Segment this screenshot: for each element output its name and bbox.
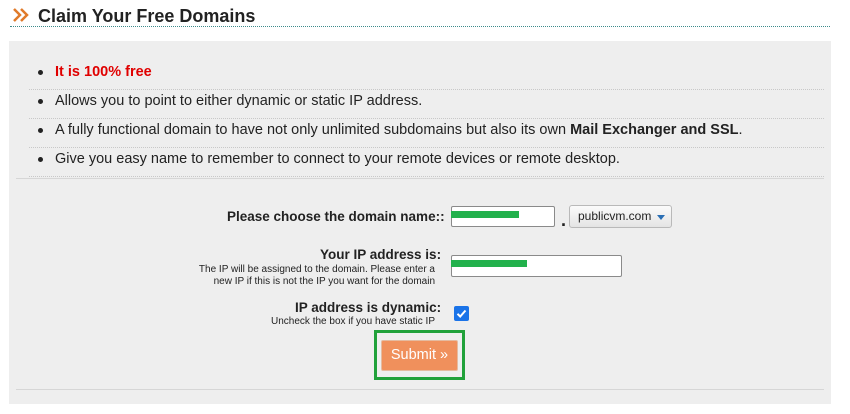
feature-text: It is 100% free: [55, 64, 152, 80]
redaction-mark: [451, 260, 527, 267]
checkmark-icon: [456, 309, 467, 318]
domain-label-text: Please choose the domain name:: [227, 209, 441, 224]
section-header: Claim Your Free Domains: [10, 4, 830, 27]
bullet-icon: [38, 99, 43, 104]
ip-hint-line: new IP if this is not the IP you want fo…: [213, 275, 435, 287]
domain-label: Please choose the domain name::: [227, 209, 445, 224]
feature-list: It is 100% free Allows you to point to e…: [29, 61, 824, 177]
dynamic-ip-checkbox[interactable]: [454, 306, 469, 321]
dynamic-hint: Uncheck the box if you have static IP: [271, 316, 435, 327]
ip-hint-line: The IP will be assigned to the domain. P…: [198, 264, 435, 275]
feature-item-ip: Allows you to point to either dynamic or…: [29, 90, 824, 119]
double-chevron-right-icon: [12, 8, 32, 27]
dynamic-label: IP address is dynamic:: [295, 300, 441, 315]
feature-text: Give you easy name to remember to connec…: [55, 151, 620, 167]
ip-label-suffix: :: [436, 247, 442, 262]
tld-select[interactable]: publicvm.com: [569, 205, 672, 228]
domain-separator: .: [561, 210, 567, 230]
page-title: Claim Your Free Domains: [38, 6, 256, 26]
feature-text: A fully functional domain to have not on…: [55, 123, 743, 138]
dynamic-label-suffix: :: [436, 300, 442, 315]
divider: [16, 389, 824, 390]
bullet-icon: [38, 70, 43, 75]
dynamic-label-text: IP address is dynamic: [295, 300, 437, 315]
domain-label-suffix: :: [440, 209, 445, 224]
ip-hint: The IP will be assigned to the domain. P…: [159, 264, 435, 287]
feature-item-free: It is 100% free: [29, 61, 824, 90]
bullet-icon: [38, 157, 43, 162]
chevron-down-icon: [657, 215, 665, 220]
feature-text-after: .: [738, 122, 743, 138]
feature-text-before: A fully functional domain to have not on…: [55, 122, 571, 138]
feature-text: Allows you to point to either dynamic or…: [55, 93, 423, 109]
feature-item-remote: Give you easy name to remember to connec…: [29, 148, 824, 177]
redaction-mark: [451, 211, 519, 218]
ip-label: Your IP address is:: [320, 247, 441, 262]
ip-label-text: Your IP address is: [320, 247, 437, 262]
tld-select-value: publicvm.com: [578, 209, 652, 223]
feature-item-mx-ssl: A fully functional domain to have not on…: [29, 119, 824, 148]
submit-button[interactable]: Submit »: [381, 340, 458, 371]
divider: [16, 178, 824, 179]
feature-text-strong: Mail Exchanger and SSL: [570, 122, 739, 138]
bullet-icon: [38, 128, 43, 133]
